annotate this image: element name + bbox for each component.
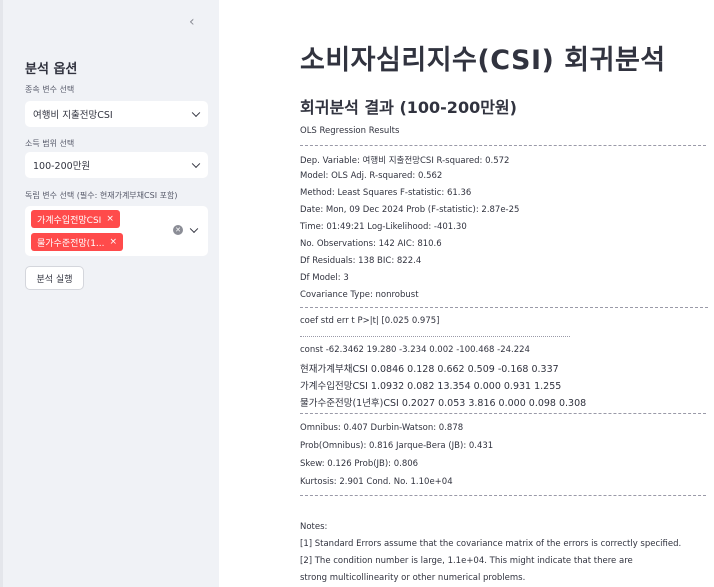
results-subtitle: 회귀분석 결과 (100-200만원) [300,98,517,117]
tag-chip[interactable]: 가계수입전망CSI × [31,210,120,228]
summary-line: Covariance Type: nonrobust [300,290,419,300]
summary-line: No. Observations: 142 AIC: 810.6 [300,239,442,249]
income-value: 100-200만원 [33,161,91,172]
notes-header: Notes: [300,522,328,532]
divider [300,495,706,497]
summary-line: Df Model: 3 [300,273,349,283]
tag-remove-icon[interactable]: × [106,214,114,224]
run-analysis-button[interactable]: 분석 실행 [25,266,84,290]
indep-var-multiselect[interactable]: 가계수입전망CSI × 물가수준전망(1... × ✕ [25,206,208,256]
summary-line: Date: Mon, 09 Dec 2024 Prob (F-statistic… [300,205,520,215]
summary-line: Df Residuals: 138 BIC: 822.4 [300,256,422,266]
income-select[interactable]: 100-200만원 [25,152,208,178]
coef-row: 가계수입전망CSI 1.0932 0.082 13.354 0.000 0.93… [300,381,562,392]
divider [300,145,706,147]
chevron-left-icon[interactable]: ‹ [189,14,195,30]
dep-var-select[interactable]: 여행비 지출전망CSI [25,101,208,127]
diag-line: Prob(Omnibus): 0.816 Jarque-Bera (JB): 0… [300,441,494,451]
note-line: strong multicollinearity or other numeri… [300,573,526,583]
summary-line: Time: 01:49:21 Log-Likelihood: -401.30 [300,222,467,232]
indep-var-label: 독립 변수 선택 (필수: 현재가계부채CSI 포함) [25,191,178,200]
page-title: 소비자심리지수(CSI) 회귀분석 [300,45,666,76]
summary-line: Dep. Variable: 여행비 지출전망CSI R-squared: 0.… [300,156,510,166]
divider [300,336,570,338]
main-content: 소비자심리지수(CSI) 회귀분석 회귀분석 결과 (100-200만원) OL… [219,0,714,587]
coef-header: coef std err t P>|t| [0.025 0.975] [300,316,440,326]
sidebar: ‹ 분석 옵션 종속 변수 선택 여행비 지출전망CSI 소득 범위 선택 10… [0,0,219,587]
diag-line: Omnibus: 0.407 Durbin-Watson: 0.878 [300,423,464,433]
results-header: OLS Regression Results [300,126,400,136]
tag-remove-icon[interactable]: × [110,237,118,247]
note-line: [1] Standard Errors assume that the cova… [300,539,682,549]
summary-line: Model: OLS Adj. R-squared: 0.562 [300,171,443,181]
dep-var-label: 종속 변수 선택 [25,85,75,94]
chevron-down-icon[interactable] [189,224,199,234]
diag-line: Kurtosis: 2.901 Cond. No. 1.10e+04 [300,477,453,487]
dep-var-value: 여행비 지출전망CSI [33,110,113,121]
chevron-down-icon [191,108,201,118]
coef-row: const -62.3462 19.280 -3.234 0.002 -100.… [300,345,530,355]
divider [300,413,706,415]
chevron-down-icon [191,159,201,169]
clear-icon[interactable]: ✕ [173,225,183,235]
coef-row: 현재가계부채CSI 0.0846 0.128 0.662 0.509 -0.16… [300,364,559,375]
sidebar-title: 분석 옵션 [25,62,78,77]
diag-line: Skew: 0.126 Prob(JB): 0.806 [300,459,419,469]
summary-line: Method: Least Squares F-statistic: 61.36 [300,188,472,198]
tag-chip[interactable]: 물가수준전망(1... × [31,233,124,251]
note-line: [2] The condition number is large, 1.1e+… [300,556,633,566]
income-label: 소득 범위 선택 [25,139,75,148]
coef-row: 물가수준전망(1년후)CSI 0.2027 0.053 3.816 0.000 … [300,398,587,409]
divider [300,307,708,309]
